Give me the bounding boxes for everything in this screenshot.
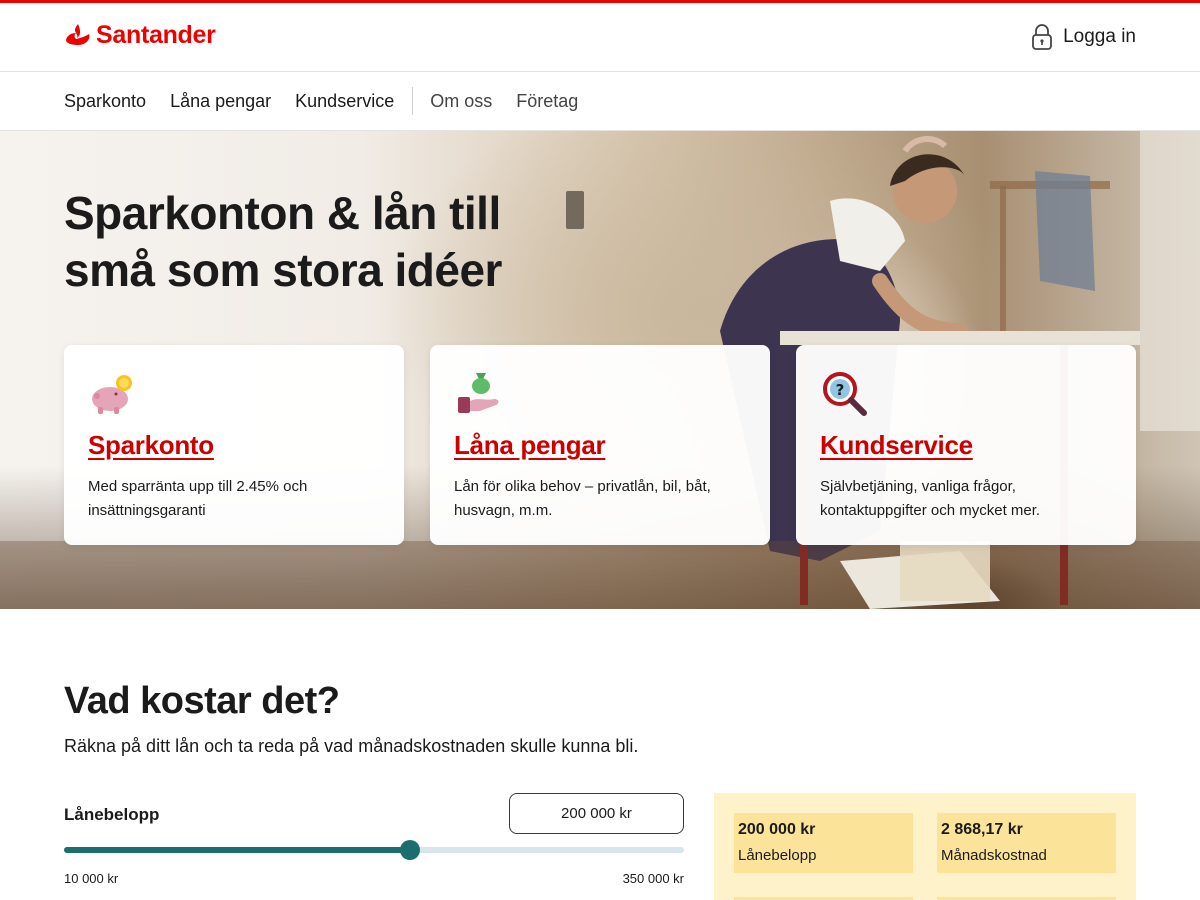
site-header: Santander Logga in [0,3,1200,72]
card-title-kundservice[interactable]: Kundservice [820,430,1112,461]
loan-amount-label: Lånebelopp [64,805,160,824]
main-navigation: Sparkonto Låna pengar Kundservice Om oss… [0,72,1200,131]
money-bag-hand-icon [458,373,499,413]
slider-fill [64,847,410,853]
card-title-lana-pengar[interactable]: Låna pengar [454,430,746,461]
nav-item-sparkonto[interactable]: Sparkonto [64,91,146,112]
summary-monthly-label: Månadskostnad [941,847,1047,864]
nav-divider [412,87,414,115]
summary-monthly-cost: 2 868,17 kr Månadskostnad [937,813,1116,873]
logo-text: Santander [96,21,216,49]
hero-title-line-2: små som stora idéer [64,244,502,296]
calculator-title: Vad kostar det? [64,680,340,722]
nav-item-om-oss[interactable]: Om oss [430,91,492,112]
hero-title: Sparkonton & lån till små som stora idée… [64,185,502,299]
card-kundservice[interactable]: ? Kundservice Självbetjäning, vanliga fr… [796,345,1136,545]
login-label: Logga in [1063,26,1136,47]
nav-item-foretag[interactable]: Företag [516,91,578,112]
flame-logo-icon [66,23,90,45]
slider-thumb[interactable] [400,840,420,860]
card-sparkonto[interactable]: Sparkonto Med sparränta upp till 2.45% o… [64,345,404,545]
loan-amount-slider[interactable] [64,838,684,862]
svg-text:?: ? [836,381,845,399]
hero-title-line-1: Sparkonton & lån till [64,187,501,239]
calculator-subtitle: Räkna på ditt lån och ta reda på vad mån… [64,736,639,756]
card-title-sparkonto[interactable]: Sparkonto [88,430,380,461]
santander-logo[interactable]: Santander [64,21,216,50]
card-text-kundservice: Självbetjäning, vanliga frågor, kontaktu… [820,478,1041,519]
loan-summary-panel: 200 000 kr Lånebelopp 2 868,17 kr Månads… [714,793,1136,900]
lock-icon [1032,24,1052,50]
summary-loan-value: 200 000 kr [738,821,816,838]
nav-item-kundservice[interactable]: Kundservice [295,91,394,112]
nav-item-lana-pengar[interactable]: Låna pengar [170,91,271,112]
card-text-sparkonto: Med sparränta upp till 2.45% och insättn… [88,478,308,519]
piggy-bank-icon [92,375,132,414]
summary-loan-label: Lånebelopp [738,847,817,864]
hero-cards: Sparkonto Med sparränta upp till 2.45% o… [64,345,1136,545]
login-button[interactable]: Logga in [1031,23,1136,51]
loan-amount-input[interactable]: 200 000 kr [509,793,684,834]
card-lana-pengar[interactable]: Låna pengar Lån för olika behov – privat… [430,345,770,545]
card-text-lana-pengar: Lån för olika behov – privatlån, bil, bå… [454,478,711,519]
slider-max-label: 350 000 kr [622,871,684,886]
summary-monthly-value: 2 868,17 kr [941,821,1023,838]
magnifier-question-icon: ? [823,372,867,416]
summary-loan-amount: 200 000 kr Lånebelopp [734,813,913,873]
slider-min-label: 10 000 kr [64,871,119,886]
hero-section: Sparkonton & lån till små som stora idée… [0,131,1200,609]
